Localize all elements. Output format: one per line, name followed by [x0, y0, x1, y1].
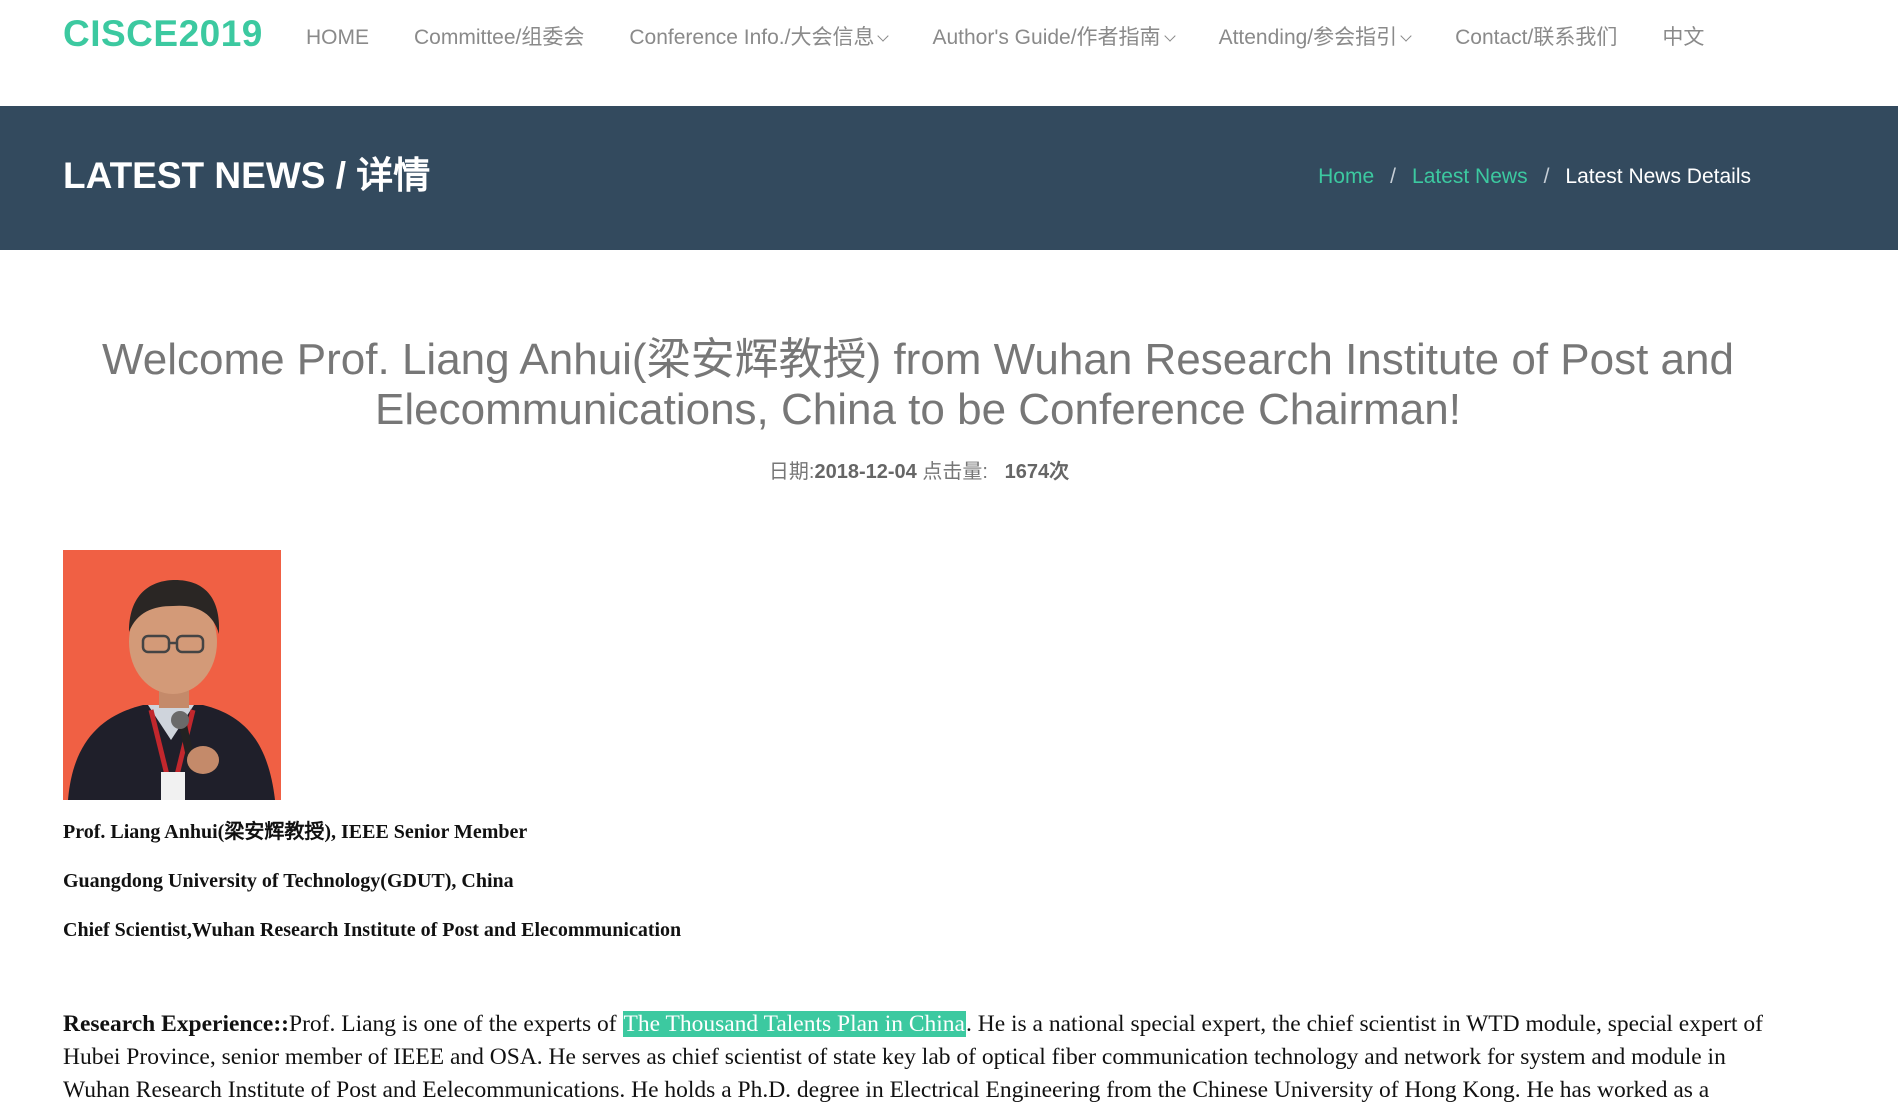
nav-item-contact[interactable]: Contact/联系我们: [1455, 18, 1617, 58]
nav-item-label: Committee/组委会: [414, 26, 585, 49]
article-title: Welcome Prof. Liang Anhui(梁安辉教授) from Wu…: [102, 335, 1734, 434]
views-label: 点击量:: [922, 461, 988, 483]
nav-item-attending[interactable]: Attending/参会指引: [1218, 18, 1412, 58]
speaker-name-line: Prof. Liang Anhui(梁安辉教授), IEEE Senior Me…: [63, 821, 528, 843]
date-label: 日期:: [768, 461, 815, 483]
chevron-down-icon: [1400, 29, 1412, 42]
speaker-photo: [63, 550, 281, 800]
research-label: Research Experience::: [63, 1011, 290, 1037]
highlighted-text: The Thousand Talents Plan in China: [622, 1011, 966, 1037]
speaker-affiliation-line: Guangdong University of Technology(GDUT)…: [63, 870, 514, 892]
chevron-down-icon: [877, 29, 890, 42]
breadcrumb-current: Latest News Details: [1565, 165, 1751, 188]
breadcrumb-home-link[interactable]: Home: [1318, 162, 1374, 192]
top-navbar: CISCE2019 HOME Committee/组委会 Conference …: [0, 0, 1898, 106]
nav-item-authors-guide[interactable]: Author's Guide/作者指南: [932, 18, 1176, 58]
research-text-before: Prof. Liang is one of the experts of: [289, 1011, 623, 1037]
nav-item-conference-info[interactable]: Conference Info./大会信息: [629, 18, 890, 58]
speaker-portrait-image: [63, 550, 281, 800]
nav-item-label: 中文: [1662, 26, 1705, 49]
nav-item-label: Contact/联系我们: [1455, 26, 1618, 49]
page-banner: LATEST NEWS / 详情 Home / Latest News / La…: [0, 106, 1898, 250]
breadcrumb-latest-news-link[interactable]: Latest News: [1412, 162, 1528, 192]
nav-item-label: HOME: [306, 26, 369, 49]
page-title: LATEST NEWS / 详情: [63, 155, 431, 196]
publish-date: 2018-12-04: [814, 461, 917, 483]
breadcrumb-separator: /: [1543, 165, 1550, 188]
nav-item-home[interactable]: HOME: [306, 18, 369, 58]
speaker-position-line: Chief Scientist,Wuhan Research Institute…: [63, 919, 682, 941]
nav-item-label: Author's Guide/作者指南: [932, 26, 1161, 49]
article-meta: 日期:2018-12-04 点击量: 1674次: [0, 457, 1838, 487]
view-count: 1674次: [1004, 461, 1070, 483]
research-experience-paragraph: Research Experience::Prof. Liang is one …: [63, 1008, 1783, 1107]
nav-item-label: Attending/参会指引: [1218, 26, 1398, 49]
breadcrumb-separator: /: [1390, 165, 1397, 188]
nav-item-label: Conference Info./大会信息: [629, 26, 875, 49]
main-nav: HOME Committee/组委会 Conference Info./大会信息…: [306, 18, 1749, 58]
nav-item-language[interactable]: 中文: [1662, 18, 1704, 58]
nav-item-committee[interactable]: Committee/组委会: [414, 18, 584, 58]
site-logo[interactable]: CISCE2019: [63, 10, 263, 58]
breadcrumb: Home / Latest News / Latest News Details: [1318, 162, 1751, 192]
chevron-down-icon: [1163, 29, 1176, 42]
